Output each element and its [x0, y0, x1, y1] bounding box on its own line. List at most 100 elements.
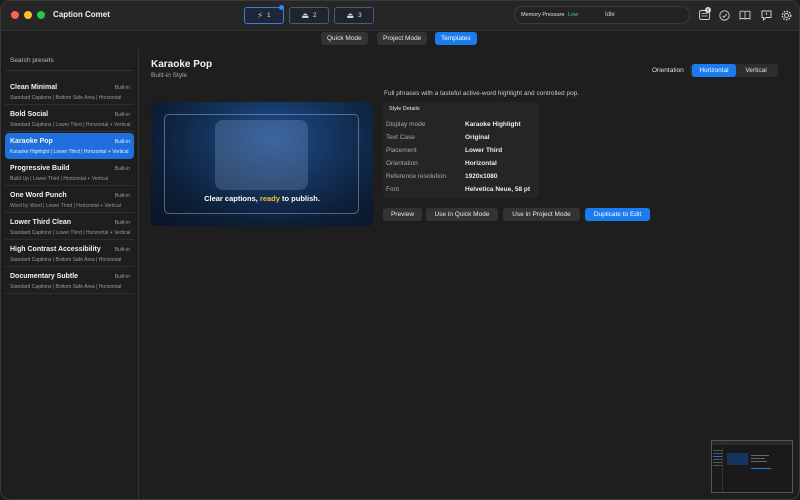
- thumbnail-preview: [727, 453, 748, 465]
- preset-desc: Word by Word | Lower Third | Horizontal …: [10, 203, 121, 209]
- preset-tag: Built-in: [114, 220, 130, 226]
- orientation-label: Orientation: [652, 67, 684, 74]
- thumbnail-titlebar: [712, 441, 792, 445]
- app-title: Caption Comet: [53, 10, 110, 19]
- title-bar: Caption Comet ⚡ 1 ⏏ 2 ⏏ 3 Memory Pressur…: [1, 1, 799, 31]
- thumbnail-line: [713, 465, 722, 466]
- detail-key: Orientation: [386, 160, 418, 167]
- detail-value: Helvetica Neue, 58 pt: [465, 186, 531, 193]
- job-queue-button-3[interactable]: ⏏ 3: [334, 7, 374, 24]
- preset-item-one-word-punch[interactable]: One Word Punch Built-in Word by Word | L…: [5, 187, 134, 213]
- preset-name: High Contrast Accessibility: [10, 246, 101, 253]
- job-queue-button-1[interactable]: ⚡ 1: [244, 7, 284, 24]
- style-details-title: Style Details: [389, 106, 420, 112]
- subject-placeholder: [215, 120, 308, 190]
- preview-caption: Clear captions, ready to publish.: [151, 194, 373, 203]
- preset-item-lower-third-clean[interactable]: Lower Third Clean Built-in Standard Capt…: [5, 214, 134, 240]
- speedometer-icon[interactable]: [718, 10, 730, 21]
- preset-name: Lower Third Clean: [10, 219, 72, 226]
- preset-tag: Built-in: [114, 247, 130, 253]
- orientation-horizontal-button[interactable]: Horizontal: [692, 64, 736, 77]
- preset-name: Karaoke Pop: [10, 138, 53, 145]
- page-title: Karaoke Pop: [151, 59, 213, 70]
- orientation-vertical-button[interactable]: Vertical: [736, 64, 776, 77]
- detail-value: 1920x1080: [465, 173, 498, 180]
- preset-tag: Built-in: [114, 274, 130, 280]
- zoom-window-button[interactable]: [37, 11, 45, 19]
- orientation-segmented-control: Horizontal Vertical: [690, 64, 778, 77]
- preset-sidebar: Search presets Clean Minimal Built-in St…: [1, 49, 139, 499]
- thumbnail-sidebar: [712, 447, 723, 492]
- use-in-quick-mode-button[interactable]: Use in Quick Mode: [426, 208, 498, 221]
- job-queue-button-2[interactable]: ⏏ 2: [289, 7, 329, 24]
- tab-quick-mode[interactable]: Quick Mode: [321, 32, 368, 45]
- thumbnail-line: [751, 468, 771, 469]
- bolt-icon: ⚡: [257, 11, 263, 20]
- preset-desc: Standard Captions | Lower Third | Horizo…: [10, 122, 131, 128]
- preset-tag: Built-in: [114, 112, 130, 118]
- search-input[interactable]: Search presets: [6, 51, 134, 71]
- preset-tag: Built-in: [114, 139, 130, 145]
- preset-tag: Built-in: [114, 85, 130, 91]
- preset-desc: Karaoke Highlight | Lower Third | Horizo…: [10, 149, 129, 155]
- caption-text-after: to publish.: [279, 194, 320, 203]
- duplicate-to-edit-button[interactable]: Duplicate to Edit: [585, 208, 650, 221]
- thumbnail-line: [751, 461, 767, 462]
- preset-item-bold-social[interactable]: Bold Social Built-in Standard Captions |…: [5, 106, 134, 132]
- screenshot-thumbnail[interactable]: [711, 440, 793, 493]
- detail-value: Horizontal: [465, 160, 497, 167]
- minimize-window-button[interactable]: [24, 11, 32, 19]
- memory-pressure-indicator: Memory Pressure Low Idle: [514, 6, 690, 24]
- tab-project-mode[interactable]: Project Mode: [377, 32, 428, 45]
- book-icon[interactable]: [739, 10, 751, 21]
- preview-button[interactable]: Preview: [383, 208, 422, 221]
- detail-value: Original: [465, 134, 490, 141]
- detail-key: Placement: [386, 147, 417, 154]
- preset-item-clean-minimal[interactable]: Clean Minimal Built-in Standard Captions…: [5, 79, 134, 105]
- thumbnail-line: [713, 453, 722, 454]
- preset-item-progressive-build[interactable]: Progressive Build Built-in Build Up | Lo…: [5, 160, 134, 186]
- thumbnail-line: [751, 455, 769, 456]
- use-in-project-mode-button[interactable]: Use in Project Mode: [503, 208, 580, 221]
- preset-desc: Standard Captions | Lower Third | Horizo…: [10, 230, 131, 236]
- page-subtitle: Built-in Style: [151, 72, 188, 79]
- preset-name: One Word Punch: [10, 192, 67, 199]
- thumbnail-line: [713, 456, 722, 457]
- thumbnail-line: [713, 462, 722, 463]
- preset-item-high-contrast-accessibility[interactable]: High Contrast Accessibility Built-in Sta…: [5, 241, 134, 267]
- caption-text-before: Clear captions,: [204, 194, 260, 203]
- preset-name: Documentary Subtle: [10, 273, 79, 280]
- close-window-button[interactable]: [11, 11, 19, 19]
- tab-templates[interactable]: Templates: [435, 32, 477, 45]
- preset-desc: Standard Captions | Bottom Safe Area | H…: [10, 95, 122, 101]
- style-details-panel: Style Details Display mode Karaoke Highl…: [383, 102, 539, 198]
- mode-switcher: Quick Mode Project Mode Templates: [1, 32, 799, 47]
- preset-item-documentary-subtle[interactable]: Documentary Subtle Built-in Standard Cap…: [5, 268, 134, 294]
- preset-item-karaoke-pop[interactable]: Karaoke Pop Built-in Karaoke Highlight |…: [5, 133, 134, 159]
- notification-badge: 0: [705, 7, 711, 13]
- thumbnail-line: [751, 458, 765, 459]
- memory-pressure-value: Low: [568, 12, 579, 18]
- activity-dot: [279, 5, 284, 10]
- thumbnail-line: [713, 450, 722, 451]
- preset-name: Bold Social: [10, 111, 49, 118]
- template-preview: Clear captions, ready to publish.: [151, 102, 373, 226]
- preset-name: Progressive Build: [10, 165, 70, 172]
- app-window: Caption Comet ⚡ 1 ⏏ 2 ⏏ 3 Memory Pressur…: [0, 0, 800, 500]
- detail-value: Karaoke Highlight: [465, 121, 521, 128]
- detail-value: Lower Third: [465, 147, 503, 154]
- detail-key: Text Case: [386, 134, 415, 141]
- memory-pressure-label: Memory Pressure: [521, 12, 565, 18]
- preset-desc: Standard Captions | Bottom Safe Area | H…: [10, 257, 122, 263]
- detail-key: Reference resolution: [386, 173, 446, 180]
- caption-highlight-word: ready: [259, 194, 280, 203]
- feedback-icon[interactable]: [760, 10, 772, 22]
- job-count: 1: [267, 12, 271, 19]
- detail-key: Display mode: [386, 121, 426, 128]
- template-description: Full phrases with a tasteful active-word…: [384, 90, 580, 97]
- gear-icon[interactable]: [780, 10, 792, 21]
- preset-tag: Built-in: [114, 166, 130, 172]
- job-count: 3: [357, 12, 362, 19]
- tray-icon: ⏏: [346, 11, 354, 20]
- tray-icon: ⏏: [301, 11, 309, 20]
